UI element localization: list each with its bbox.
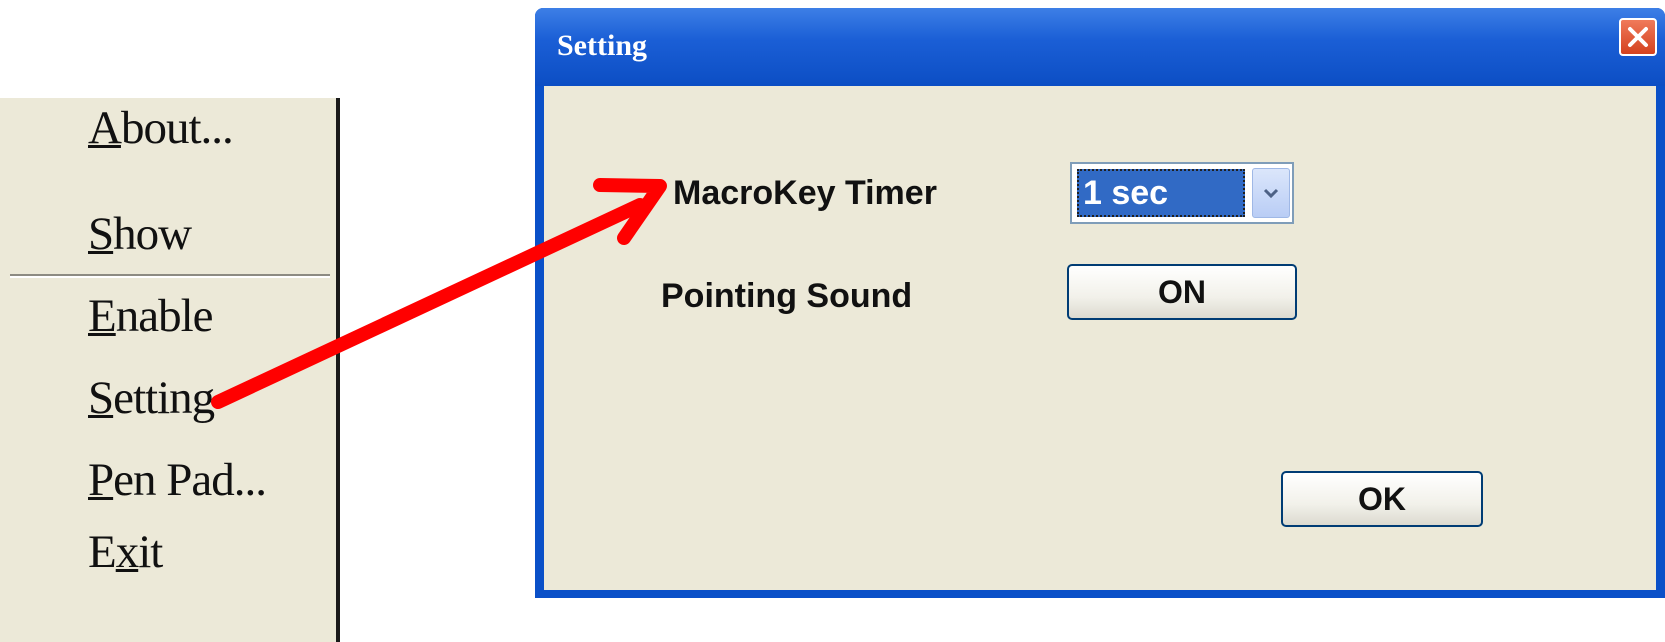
menu-item-pen-pad-mnemonic: P <box>88 454 114 506</box>
menu-item-show-mnemonic: S <box>88 208 114 260</box>
pointing-sound-label: Pointing Sound <box>661 277 913 315</box>
context-menu-border <box>336 98 340 642</box>
menu-item-exit-label: Exit <box>88 526 163 578</box>
pointing-sound-toggle-button[interactable]: ON <box>1067 264 1297 320</box>
menu-item-exit-suffix: it <box>138 526 163 578</box>
macrokey-timer-label: MacroKey Timer <box>673 174 937 212</box>
menu-item-exit-prefix: E <box>88 526 117 578</box>
menu-item-exit[interactable]: Exit <box>88 524 163 580</box>
menu-item-about[interactable]: About... <box>88 100 234 156</box>
context-menu: About... Show Enable Setting Pen Pad... … <box>0 98 340 642</box>
menu-item-setting-mnemonic: S <box>88 372 114 424</box>
screenshot-stage: About... Show Enable Setting Pen Pad... … <box>0 0 1665 642</box>
dialog-client-area: MacroKey Timer 1 sec Pointing Sound ON O… <box>544 86 1656 590</box>
dropdown-button[interactable] <box>1252 168 1290 218</box>
menu-item-show[interactable]: Show <box>88 206 192 262</box>
menu-item-enable[interactable]: Enable <box>88 288 213 344</box>
chevron-down-icon <box>1263 188 1279 199</box>
macrokey-timer-select[interactable]: 1 sec <box>1070 162 1294 224</box>
menu-item-show-rest: how <box>113 208 192 260</box>
menu-item-enable-rest: nable <box>115 290 214 342</box>
menu-item-setting-rest: etting <box>113 372 215 424</box>
macrokey-timer-value[interactable]: 1 sec <box>1077 169 1245 217</box>
menu-item-setting[interactable]: Setting <box>88 370 215 426</box>
menu-item-exit-mnemonic: x <box>115 526 139 578</box>
menu-separator <box>10 274 330 278</box>
ok-button[interactable]: OK <box>1281 471 1483 527</box>
menu-item-pen-pad[interactable]: Pen Pad... <box>88 452 267 508</box>
menu-item-pen-pad-rest: en Pad... <box>113 454 267 506</box>
menu-item-about-rest: bout... <box>120 102 234 154</box>
close-x-icon <box>1628 27 1648 47</box>
close-button[interactable] <box>1619 18 1657 56</box>
menu-item-about-mnemonic: A <box>88 102 122 154</box>
menu-item-enable-mnemonic: E <box>88 290 117 342</box>
dialog-titlebar[interactable]: Setting <box>535 8 1665 86</box>
dialog-title: Setting <box>557 29 647 62</box>
setting-dialog: Setting MacroKey Timer 1 sec Pointing So… <box>535 8 1665 598</box>
